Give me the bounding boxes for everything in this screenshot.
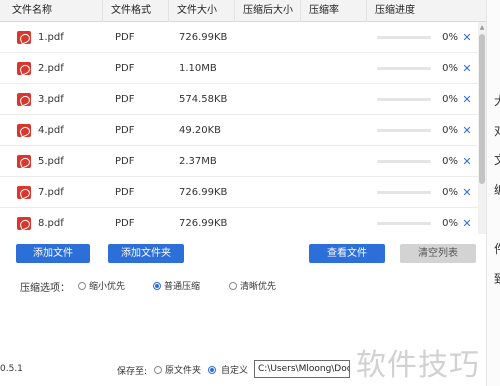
progress-percent: 0% bbox=[442, 125, 458, 136]
radio-clarity-priority[interactable] bbox=[229, 282, 237, 290]
column-header-size[interactable]: 文件大小 bbox=[169, 0, 235, 22]
file-size: 726.99KB bbox=[179, 32, 228, 43]
pdf-file-icon bbox=[17, 155, 31, 168]
remove-file-icon[interactable]: ✕ bbox=[461, 84, 473, 115]
file-format: PDF bbox=[115, 63, 135, 74]
file-name: 2.pdf bbox=[38, 63, 64, 74]
background-text-char: 大 bbox=[494, 92, 500, 109]
background-text-char: 文 bbox=[494, 151, 500, 168]
compression-progress-bar bbox=[377, 160, 431, 163]
radio-label-size-priority[interactable]: 缩小优先 bbox=[89, 279, 125, 292]
column-header-progress[interactable]: 压缩进度 bbox=[367, 0, 486, 22]
radio-normal-compression[interactable] bbox=[153, 282, 161, 290]
progress-percent: 0% bbox=[442, 156, 458, 167]
file-name: 7.pdf bbox=[38, 187, 64, 198]
pdf-file-icon bbox=[17, 93, 31, 106]
file-format: PDF bbox=[115, 187, 135, 198]
view-file-button[interactable]: 查看文件 bbox=[309, 244, 385, 263]
compression-options-label: 压缩选项： bbox=[20, 283, 70, 294]
column-header-compressed-size[interactable]: 压缩后大小 bbox=[235, 0, 301, 22]
column-header-filename[interactable]: 文件名称 bbox=[0, 0, 103, 22]
radio-original-folder[interactable] bbox=[154, 366, 162, 374]
table-row[interactable]: 1.pdf PDF 726.99KB 0% ✕ bbox=[0, 22, 478, 53]
watermark-text: 软件技巧 bbox=[356, 348, 480, 383]
background-text-char: 对 bbox=[494, 122, 500, 139]
remove-file-icon[interactable]: ✕ bbox=[461, 177, 473, 208]
file-format: PDF bbox=[115, 218, 135, 229]
progress-percent: 0% bbox=[442, 32, 458, 43]
save-path-input[interactable]: C:\Users\Mloong\Doc bbox=[254, 360, 350, 378]
compressor-window: 文件名称 文件格式 文件大小 压缩后大小 压缩率 压缩进度 1.pdf PDF 72… bbox=[0, 0, 486, 386]
radio-size-priority[interactable] bbox=[78, 282, 86, 290]
file-format: PDF bbox=[115, 32, 135, 43]
radio-label-original-folder[interactable]: 原文件夹 bbox=[165, 363, 201, 376]
scroll-up-arrow-icon[interactable]: ▲ bbox=[478, 24, 486, 32]
table-row[interactable]: 4.pdf PDF 49.20KB 0% ✕ bbox=[0, 115, 478, 146]
file-list: 1.pdf PDF 726.99KB 0% ✕ 2.pdf PDF 1.10MB 0% ✕ 3.pd… bbox=[0, 22, 478, 234]
file-size: 49.20KB bbox=[179, 125, 222, 136]
file-format: PDF bbox=[115, 125, 135, 136]
pdf-file-icon bbox=[17, 31, 31, 44]
progress-percent: 0% bbox=[442, 94, 458, 105]
radio-label-custom-folder[interactable]: 自定义 bbox=[221, 363, 248, 376]
file-size: 2.37MB bbox=[179, 156, 217, 167]
save-to-label: 保存至: bbox=[117, 367, 148, 377]
radio-custom-folder[interactable] bbox=[208, 366, 216, 374]
file-size: 726.99KB bbox=[179, 187, 228, 198]
add-file-button[interactable]: 添加文件 bbox=[16, 244, 90, 263]
table-row[interactable]: 3.pdf PDF 574.58KB 0% ✕ bbox=[0, 84, 478, 115]
pdf-file-icon bbox=[17, 124, 31, 137]
file-size: 726.99KB bbox=[179, 218, 228, 229]
version-label: 0.5.1 bbox=[0, 364, 23, 374]
remove-file-icon[interactable]: ✕ bbox=[461, 208, 473, 234]
file-size: 1.10MB bbox=[179, 63, 217, 74]
compression-progress-bar bbox=[377, 67, 431, 70]
pdf-file-icon bbox=[17, 217, 31, 230]
file-name: 8.pdf bbox=[38, 218, 64, 229]
table-row[interactable]: 2.pdf PDF 1.10MB 0% ✕ bbox=[0, 53, 478, 84]
add-folder-button[interactable]: 添加文件夹 bbox=[108, 244, 184, 263]
clear-list-button[interactable]: 清空列表 bbox=[400, 244, 476, 263]
table-header: 文件名称 文件格式 文件大小 压缩后大小 压缩率 压缩进度 bbox=[0, 0, 486, 22]
remove-file-icon[interactable]: ✕ bbox=[461, 22, 473, 53]
background-text-char: 件 bbox=[494, 240, 500, 257]
file-name: 5.pdf bbox=[38, 156, 64, 167]
background-text-char: 致 bbox=[494, 270, 500, 287]
progress-percent: 0% bbox=[442, 187, 458, 198]
file-name: 3.pdf bbox=[38, 94, 64, 105]
file-format: PDF bbox=[115, 156, 135, 167]
column-header-ratio[interactable]: 压缩率 bbox=[301, 0, 367, 22]
progress-percent: 0% bbox=[442, 63, 458, 74]
compression-progress-bar bbox=[377, 191, 431, 194]
column-header-format[interactable]: 文件格式 bbox=[103, 0, 169, 22]
file-size: 574.58KB bbox=[179, 94, 228, 105]
compression-progress-bar bbox=[377, 98, 431, 101]
remove-file-icon[interactable]: ✕ bbox=[461, 115, 473, 146]
pdf-file-icon bbox=[17, 186, 31, 199]
compression-progress-bar bbox=[377, 36, 431, 39]
table-row[interactable]: 8.pdf PDF 726.99KB 0% ✕ bbox=[0, 208, 478, 234]
remove-file-icon[interactable]: ✕ bbox=[461, 53, 473, 84]
scrollbar-thumb[interactable] bbox=[479, 34, 485, 184]
table-row[interactable]: 5.pdf PDF 2.37MB 0% ✕ bbox=[0, 146, 478, 177]
background-text-char: 编 bbox=[494, 181, 500, 198]
compression-progress-bar bbox=[377, 129, 431, 132]
list-scrollbar[interactable]: ▲ bbox=[478, 22, 486, 234]
file-name: 1.pdf bbox=[38, 32, 64, 43]
compression-progress-bar bbox=[377, 222, 431, 225]
pdf-file-icon bbox=[17, 62, 31, 75]
file-format: PDF bbox=[115, 94, 135, 105]
radio-label-clarity-priority[interactable]: 清晰优先 bbox=[240, 279, 276, 292]
remove-file-icon[interactable]: ✕ bbox=[461, 146, 473, 177]
progress-percent: 0% bbox=[442, 218, 458, 229]
table-row[interactable]: 7.pdf PDF 726.99KB 0% ✕ bbox=[0, 177, 478, 208]
file-name: 4.pdf bbox=[38, 125, 64, 136]
radio-label-normal-compression[interactable]: 普通压缩 bbox=[164, 279, 200, 292]
